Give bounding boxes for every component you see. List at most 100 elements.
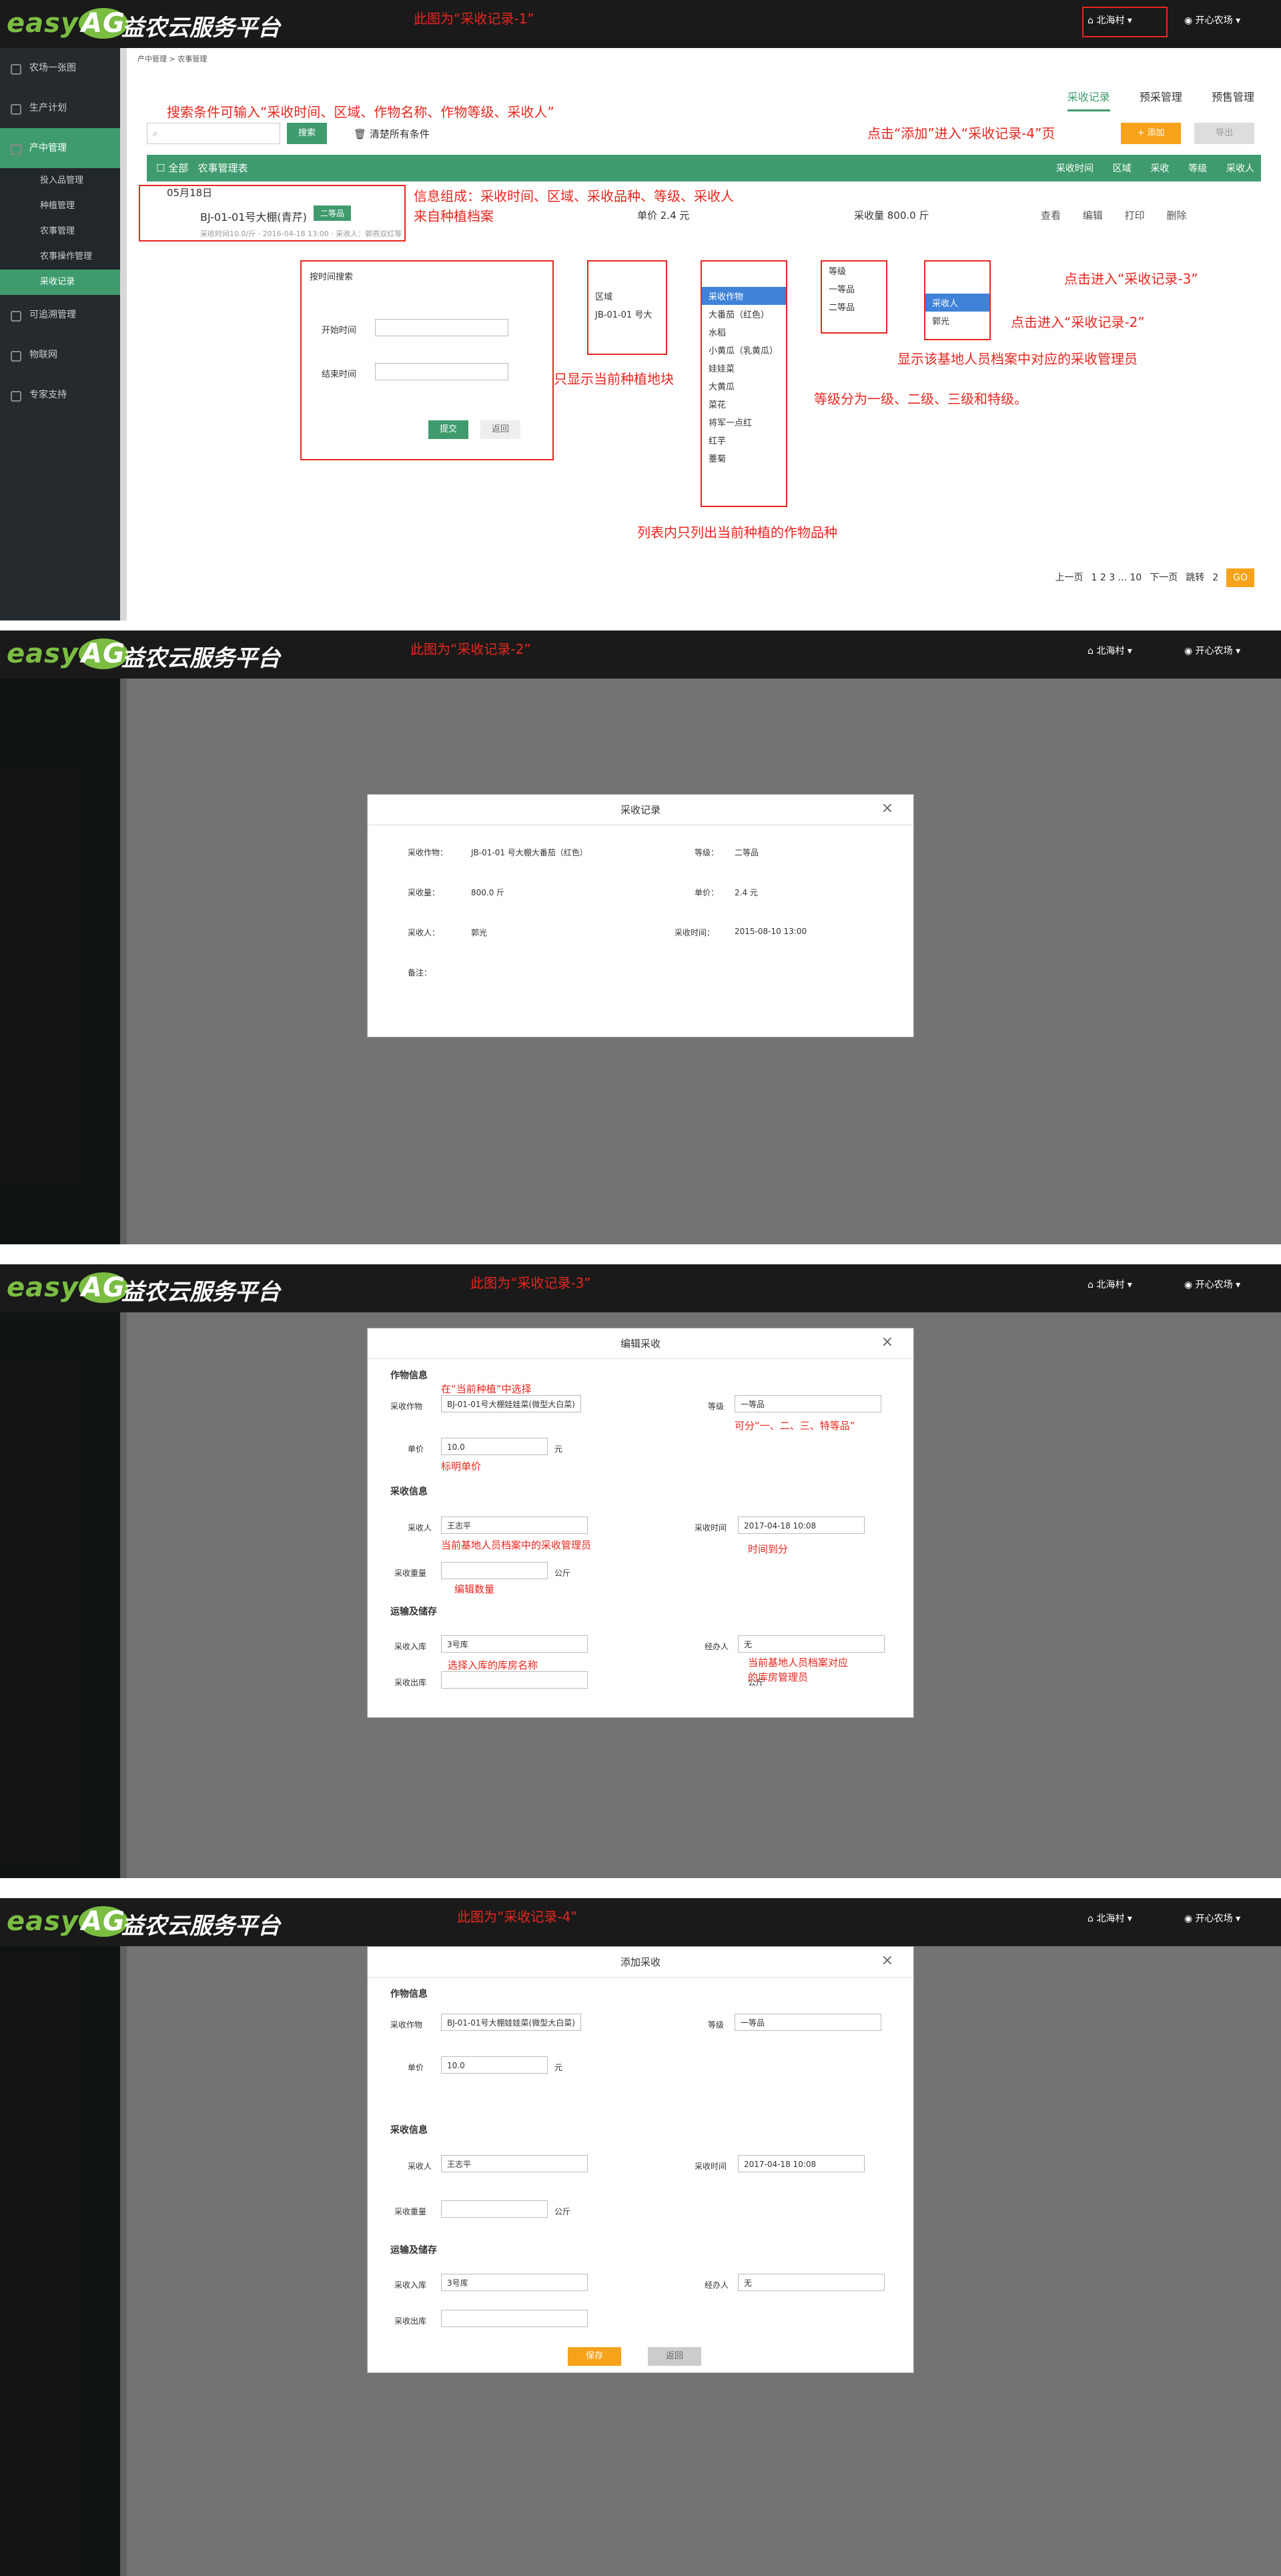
panel-label: 此图为“采收记录-2” xyxy=(410,641,531,657)
platform-title: 益农云服务平台 xyxy=(121,1279,280,1306)
sidebar-sub[interactable]: 农事操作管理 xyxy=(0,244,120,270)
back-button[interactable]: 返回 xyxy=(648,2347,701,2366)
sidebar-item[interactable]: 物联网 xyxy=(0,335,120,375)
qty-input[interactable] xyxy=(441,2200,548,2218)
time-input[interactable]: 2017-04-18 10:08 xyxy=(738,2155,865,2172)
panel-label: 此图为“采收记录-3” xyxy=(470,1275,591,1291)
modal-title: 添加采收 xyxy=(368,1947,913,1978)
export-button[interactable]: 导出 xyxy=(1194,123,1254,144)
handler-select[interactable]: 无 xyxy=(738,2274,885,2291)
logo: easy AG xyxy=(7,1906,128,1937)
platform-title: 益农云服务平台 xyxy=(121,15,280,41)
main-area: 产中管理 > 农事管理 采收记录 预采管理 预售管理 ⌕ 搜索 🗑 清楚所有条件… xyxy=(120,48,1281,620)
tab-pre[interactable]: 预采管理 xyxy=(1140,88,1182,109)
sidebar-item[interactable]: 可追溯管理 xyxy=(0,295,120,335)
view-button[interactable]: 查看 xyxy=(1041,209,1061,222)
print-button[interactable]: 打印 xyxy=(1125,209,1145,222)
store-select[interactable]: 3号库 xyxy=(441,1635,588,1653)
out-input[interactable] xyxy=(441,1671,588,1689)
note: 只显示当前种植地块 xyxy=(554,371,674,387)
price-input[interactable]: 10.0 xyxy=(441,1438,548,1455)
search-input[interactable]: ⌕ xyxy=(147,123,280,144)
sidebar-sub[interactable]: 投入品管理 xyxy=(0,168,120,193)
save-button[interactable]: 保存 xyxy=(568,2347,621,2366)
top-bar: easy AG 益农云服务平台 此图为“采收记录-3” ⌂ 北海村 ▾ ◉ 开心农… xyxy=(0,1264,1281,1312)
close-icon[interactable]: × xyxy=(881,1952,893,1969)
col-area[interactable]: 区域 xyxy=(1113,163,1132,174)
sidebar-item-active[interactable]: 产中管理 xyxy=(0,128,120,168)
qty-input[interactable] xyxy=(441,1562,548,1579)
note: 列表内只列出当前种植的作物品种 xyxy=(637,524,837,540)
farm-selector[interactable]: ⌂ 北海村 ▾ xyxy=(1088,644,1132,657)
sidebar-item[interactable]: 专家支持 xyxy=(0,375,120,415)
top-bar: easy AG 益农云服务平台 此图为“采收记录-2” ⌂ 北海村 ▾ ◉ 开心农… xyxy=(0,630,1281,679)
logo: easy AG xyxy=(7,638,128,669)
out-input[interactable] xyxy=(441,2310,588,2327)
crop-input[interactable]: BJ-01-01号大棚娃娃菜(微型大白菜) xyxy=(441,1395,581,1412)
area-dropdown[interactable]: 区域 JB-01-01 号大 xyxy=(587,260,667,355)
close-icon[interactable]: × xyxy=(881,800,893,817)
col-crop[interactable]: 采收 xyxy=(1150,163,1169,174)
search-button[interactable]: 搜索 xyxy=(287,123,327,144)
sidebar-item[interactable]: 生产计划 xyxy=(0,88,120,128)
submit-button[interactable]: 提交 xyxy=(428,420,468,439)
sidebar-sub-active[interactable]: 采收记录 xyxy=(0,270,120,295)
back-button[interactable]: 返回 xyxy=(480,420,520,439)
user-select[interactable]: 王志平 xyxy=(441,1517,588,1534)
user-menu[interactable]: ◉ 开心农场 ▾ xyxy=(1184,644,1240,657)
level-select[interactable]: 一等品 xyxy=(735,2014,881,2031)
sidebar: 农场一张图 生产计划 产中管理 投入品管理 种植管理 农事管理 农事操作管理 采… xyxy=(0,48,120,620)
tab-presale[interactable]: 预售管理 xyxy=(1212,88,1254,109)
platform-title: 益农云服务平台 xyxy=(121,1913,280,1940)
user-menu[interactable]: ◉ 开心农场 ▾ xyxy=(1184,13,1240,27)
handler-select[interactable]: 无 xyxy=(738,1635,885,1653)
clear-button[interactable]: 🗑 清楚所有条件 xyxy=(354,127,430,141)
user-dropdown[interactable]: 采收人 郭光 xyxy=(924,260,991,340)
logo: easy AG xyxy=(7,1272,128,1303)
edit-button[interactable]: 编辑 xyxy=(1083,209,1103,222)
edit-record-modal: 编辑采收 × 作物信息 采收作物 BJ-01-01号大棚娃娃菜(微型大白菜) 等… xyxy=(367,1328,914,1718)
panel-label: 此图为“采收记录-4” xyxy=(457,1909,578,1925)
modal-title: 采收记录 xyxy=(368,795,913,825)
add-button[interactable]: + 添加 xyxy=(1121,123,1181,144)
level-select[interactable]: 一等品 xyxy=(735,1395,881,1412)
user-menu[interactable]: ◉ 开心农场 ▾ xyxy=(1184,1911,1240,1925)
price-input[interactable]: 10.0 xyxy=(441,2056,548,2074)
delete-button[interactable]: 删除 xyxy=(1166,209,1186,222)
time-input[interactable]: 2017-04-18 10:08 xyxy=(738,1517,865,1534)
end-time-input[interactable] xyxy=(375,363,508,380)
note: 点击进入“采收记录-2” xyxy=(1011,314,1145,330)
sidebar-item[interactable]: 农场一张图 xyxy=(0,48,120,88)
crop-dropdown[interactable]: 采收作物 大番茄（红色） 水稻 小黄瓜（乳黄瓜） 娃娃菜 大黄瓜 菜花 将军一点红 红芋 薹菊 xyxy=(701,260,787,507)
modal-title: 编辑采收 xyxy=(368,1328,913,1359)
start-time-input[interactable] xyxy=(375,319,508,336)
row-actions: 查看 编辑 打印 删除 xyxy=(1041,208,1205,222)
annotation-box xyxy=(1082,7,1168,37)
tab-harvest[interactable]: 采收记录 xyxy=(1067,88,1110,111)
note: 点击“添加”进入“采收记录-4”页 xyxy=(867,125,1055,141)
sidebar-sub[interactable]: 农事管理 xyxy=(0,219,120,244)
annotation-box xyxy=(139,185,406,242)
col-user[interactable]: 采收人 xyxy=(1226,163,1254,174)
store-select[interactable]: 3号库 xyxy=(441,2274,588,2291)
farm-selector[interactable]: ⌂ 北海村 ▾ xyxy=(1088,1278,1132,1291)
col-level[interactable]: 等级 xyxy=(1188,163,1207,174)
panel-record-2: easy AG 益农云服务平台 此图为“采收记录-2” ⌂ 北海村 ▾ ◉ 开心农… xyxy=(0,630,1281,1244)
level-dropdown[interactable]: 等级 一等品 二等品 xyxy=(821,260,887,334)
note: 搜索条件可输入“采收时间、区域、作物名称、作物等级、采收人” xyxy=(167,104,554,120)
col-time[interactable]: 采收时间 xyxy=(1056,163,1094,174)
top-bar: easy AG 益农云服务平台 此图为“采收记录-1” ⌂ 北海村 ▾ ◉ 开心农… xyxy=(0,0,1281,48)
close-icon[interactable]: × xyxy=(881,1334,893,1350)
user-menu[interactable]: ◉ 开心农场 ▾ xyxy=(1184,1278,1240,1291)
user-select[interactable]: 王志平 xyxy=(441,2155,588,2172)
crop-input[interactable]: BJ-01-01号大棚娃娃菜(微型大白菜) xyxy=(441,2014,581,2031)
breadcrumb: 产中管理 > 农事管理 xyxy=(137,55,207,63)
farm-selector[interactable]: ⌂ 北海村 ▾ xyxy=(1088,1911,1132,1925)
note: 点击进入“采收记录-3” xyxy=(1064,271,1198,287)
time-search-box: 按时间搜索 开始时间 结束时间 提交 返回 xyxy=(300,260,554,460)
add-record-modal: 添加采收 × 作物信息 采收作物 BJ-01-01号大棚娃娃菜(微型大白菜) 等… xyxy=(367,1946,914,2373)
tabs: 采收记录 预采管理 预售管理 xyxy=(1041,88,1254,111)
note: 信息组成：采收时间、区域、采收品种、等级、采收人 xyxy=(414,188,734,204)
platform-title: 益农云服务平台 xyxy=(121,645,280,672)
sidebar-sub[interactable]: 种植管理 xyxy=(0,193,120,219)
